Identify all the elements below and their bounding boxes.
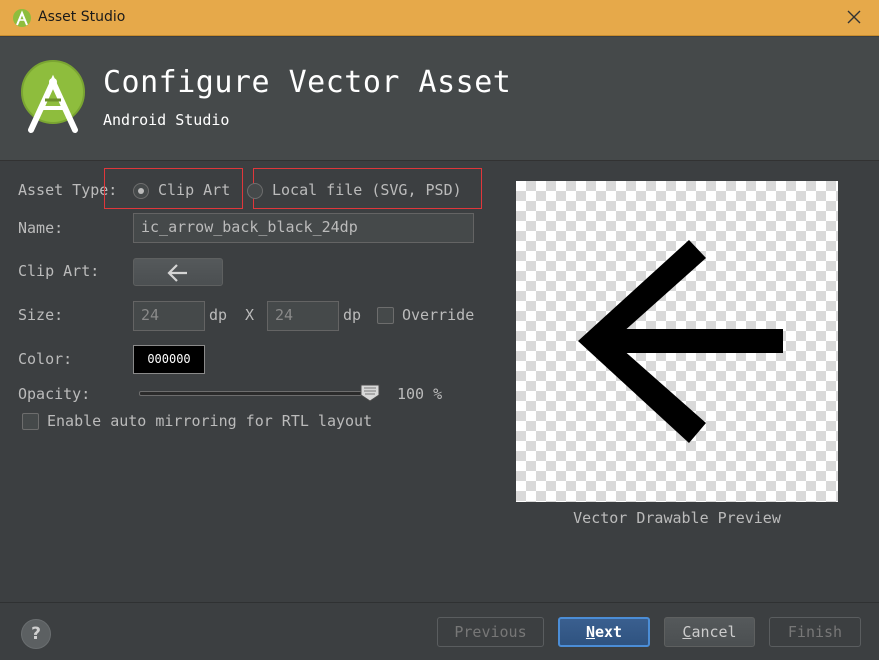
cancel-button[interactable]: Cancel [664,617,755,647]
help-button[interactable]: ? [21,619,51,649]
width-unit-label: dp [209,306,228,324]
arrow-back-icon [167,264,187,282]
color-label: Color: [18,350,73,368]
asset-type-label: Asset Type: [18,181,118,199]
opacity-value: 100 % [397,385,443,403]
opacity-slider-track[interactable] [139,391,371,396]
local-file-radio[interactable] [247,183,263,199]
local-file-radio-label[interactable]: Local file (SVG, PSD) [272,181,462,199]
width-input[interactable]: 24 [133,301,205,331]
name-input[interactable]: ic_arrow_back_black_24dp [133,213,474,243]
page-subtitle: Android Studio [103,111,230,129]
finish-button[interactable]: Finish [769,617,861,647]
footer-divider [0,602,879,603]
override-label[interactable]: Override [402,306,474,324]
clip-art-label: Clip Art: [18,262,100,280]
dialog-header: Configure Vector Asset Android Studio [0,37,879,161]
next-button[interactable]: Next [558,617,650,647]
vector-preview-canvas [516,181,838,502]
next-mnemonic: N [585,623,595,641]
android-studio-icon [13,9,31,27]
clip-art-radio[interactable] [133,183,149,199]
window-titlebar: Asset Studio [0,0,879,36]
close-icon[interactable] [843,6,865,28]
height-input[interactable]: 24 [267,301,339,331]
clip-art-radio-label[interactable]: Clip Art [158,181,230,199]
arrow-back-icon [578,240,783,443]
next-label-rest: ext [594,623,623,641]
auto-mirroring-checkbox[interactable] [22,413,39,430]
cancel-label-rest: ancel [691,623,737,641]
opacity-label: Opacity: [18,385,91,403]
previous-button[interactable]: Previous [437,617,544,647]
window-title: Asset Studio [38,9,126,25]
override-checkbox[interactable] [377,307,394,324]
preview-caption: Vector Drawable Preview [573,509,781,527]
size-separator: X [245,306,255,324]
color-swatch[interactable]: 000000 [133,345,205,374]
page-title: Configure Vector Asset [103,65,512,100]
auto-mirroring-label[interactable]: Enable auto mirroring for RTL layout [47,412,372,430]
name-label: Name: [18,219,64,237]
size-label: Size: [18,306,64,324]
android-studio-logo [21,60,85,133]
height-unit-label: dp [343,306,362,324]
opacity-slider-thumb[interactable] [360,384,380,402]
clip-art-picker-button[interactable] [133,258,223,286]
